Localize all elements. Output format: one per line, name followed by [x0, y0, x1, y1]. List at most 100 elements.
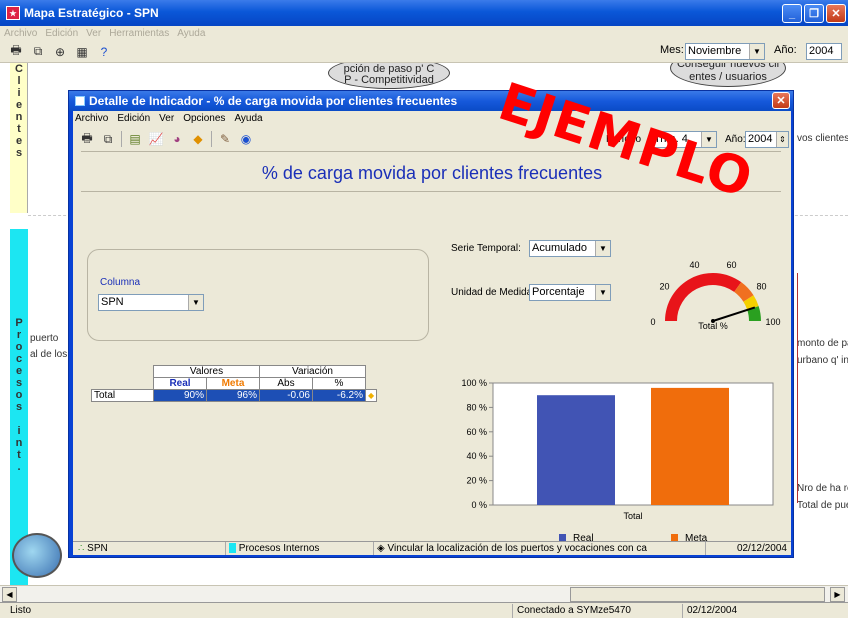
chevron-down-icon[interactable]: ▼: [595, 285, 610, 300]
scroll-thumb[interactable]: [570, 587, 825, 602]
trend-chart-icon[interactable]: 📈: [148, 131, 164, 147]
scroll-left-icon[interactable]: ◀: [2, 587, 17, 602]
copy-icon[interactable]: ⧉: [100, 131, 116, 147]
dialog-toolbar: 🖶 ⧉ ▤ 📈 ◕ ◆ ✎ ◉: [79, 129, 254, 149]
lane-letter: .: [17, 461, 21, 473]
chevron-down-icon[interactable]: ▼: [749, 44, 764, 59]
close-button[interactable]: ✕: [826, 4, 846, 23]
map-text: puerto: [30, 333, 59, 344]
anio-input[interactable]: 2004: [806, 43, 842, 60]
status-org-text: SPN: [87, 543, 108, 554]
menu-ayuda[interactable]: Ayuda: [177, 28, 205, 39]
unidad-label: Unidad de Medida:: [451, 287, 535, 298]
globe-icon: [12, 533, 62, 578]
columna-select[interactable]: SPN ▼: [98, 294, 204, 311]
lane-letter: r: [16, 329, 22, 341]
status-diamond-icon[interactable]: ◆: [364, 389, 378, 402]
cell-meta: 96%: [206, 389, 260, 402]
dialog-close-button[interactable]: ✕: [772, 92, 790, 109]
dlg-menu-opciones[interactable]: Opciones: [183, 113, 225, 127]
cell-abs: -0.06: [259, 389, 313, 402]
lane-letter: C: [15, 63, 23, 75]
menu-archivo[interactable]: Archivo: [4, 28, 37, 39]
spin-icon[interactable]: ⇕: [776, 132, 788, 147]
y-tick-label: 0 %: [471, 500, 487, 510]
edit-icon[interactable]: ✎: [217, 131, 233, 147]
serie-value: Acumulado: [532, 242, 588, 254]
columna-value: SPN: [101, 296, 124, 308]
dialog-title: Detalle de Indicador - % de carga movida…: [89, 94, 458, 108]
lane-letter: e: [15, 135, 23, 147]
grid-icon[interactable]: ▦: [74, 44, 90, 60]
lane-letter: t: [17, 449, 21, 461]
table-row[interactable]: Total 90% 96% -0.06 -6.2% ◆: [91, 389, 378, 402]
app-title: Mapa Estratégico - SPN: [24, 6, 159, 20]
menu-edicion[interactable]: Edición: [45, 28, 78, 39]
dlg-menu-archivo[interactable]: Archivo: [75, 113, 108, 127]
dlg-menu-edicion[interactable]: Edición: [117, 113, 150, 127]
dlg-anio-input[interactable]: 2004 ⇕: [745, 131, 789, 148]
group-variacion-header: Variación: [259, 365, 366, 378]
bar-chart: 0 %20 %40 %60 %80 %100 %TotalReal Meta: [461, 378, 774, 543]
status-perspective: Procesos Internos: [225, 542, 373, 555]
gauge-band: [665, 273, 742, 321]
serie-label: Serie Temporal:: [451, 243, 521, 254]
lane-letter: i: [17, 87, 21, 99]
unidad-value: Porcentaje: [532, 286, 585, 298]
serie-select[interactable]: Acumulado ▼: [529, 240, 611, 257]
status-perspective-text: Procesos Internos: [238, 543, 320, 554]
zoom-icon[interactable]: ⊕: [52, 44, 68, 60]
diamond-icon[interactable]: ◆: [190, 131, 206, 147]
lane-letter: s: [15, 377, 23, 389]
horizontal-scrollbar[interactable]: ◀ ▶: [0, 585, 848, 602]
x-category-label: Total: [623, 511, 642, 521]
col-abs-header: Abs: [259, 377, 313, 390]
perspective-icon: [229, 543, 236, 554]
gauge-tick-label: 80: [757, 282, 767, 292]
copy-icon[interactable]: ⧉: [30, 44, 46, 60]
anio-label: Año:: [774, 44, 797, 56]
dlg-menu-ver[interactable]: Ver: [159, 113, 174, 127]
group-valores-header: Valores: [153, 365, 260, 378]
print-icon[interactable]: 🖶: [8, 43, 24, 60]
help-icon[interactable]: ?: [96, 44, 112, 60]
map-text: Total de puer: [797, 500, 848, 511]
map-text: urbano q' int: [797, 355, 848, 366]
notes-icon[interactable]: ▤: [127, 131, 143, 147]
y-tick-label: 60 %: [466, 427, 487, 437]
dlg-menu-ayuda[interactable]: Ayuda: [234, 113, 262, 127]
analysis-icon[interactable]: ◕: [169, 131, 185, 147]
col-real-header: Real: [153, 377, 207, 390]
status-date: 02/12/2004: [682, 604, 762, 618]
unidad-select[interactable]: Porcentaje ▼: [529, 284, 611, 301]
gauge-tick-label: 100: [765, 317, 780, 327]
dialog-menubar: Archivo Edición Ver Opciones Ayuda: [75, 113, 263, 127]
objective-icon: ◈: [377, 543, 385, 554]
status-bar: Listo Conectado a SYMze5470 02/12/2004: [0, 602, 848, 618]
gauge-chart: 0 20 40 60 80 100 Total %: [650, 260, 780, 331]
minimize-button[interactable]: _: [782, 4, 802, 23]
gauge-center-label: Total %: [698, 321, 728, 331]
restore-button[interactable]: ❐: [804, 4, 824, 23]
lane-letter: i: [17, 425, 21, 437]
status-org: ∴ SPN: [75, 542, 225, 555]
chevron-down-icon[interactable]: ▼: [188, 295, 203, 310]
columna-panel: Columna SPN ▼: [87, 249, 429, 341]
menu-herramientas[interactable]: Herramientas: [109, 28, 169, 39]
map-text: Nro de ha rec: [797, 483, 848, 494]
navigate-icon[interactable]: ◉: [238, 131, 254, 147]
chevron-down-icon[interactable]: ▼: [595, 241, 610, 256]
objective-bubble[interactable]: Conseguir nuevos cli entes / usuarios: [670, 63, 786, 87]
lane-letter: e: [15, 365, 23, 377]
gauge-tick-label: 20: [659, 282, 669, 292]
print-icon[interactable]: 🖶: [79, 131, 95, 147]
menu-ver[interactable]: Ver: [86, 28, 101, 39]
lane-letter: e: [15, 99, 23, 111]
scroll-right-icon[interactable]: ▶: [830, 587, 845, 602]
plot-area: [492, 382, 774, 506]
status-ready: Listo: [10, 605, 32, 616]
cell-pct: -6.2%: [312, 389, 366, 402]
mes-select[interactable]: Noviembre ▼: [685, 43, 765, 60]
objective-bubble[interactable]: pción de paso p' C P - Competitividad: [328, 63, 450, 89]
lane-letter: s: [15, 147, 23, 159]
